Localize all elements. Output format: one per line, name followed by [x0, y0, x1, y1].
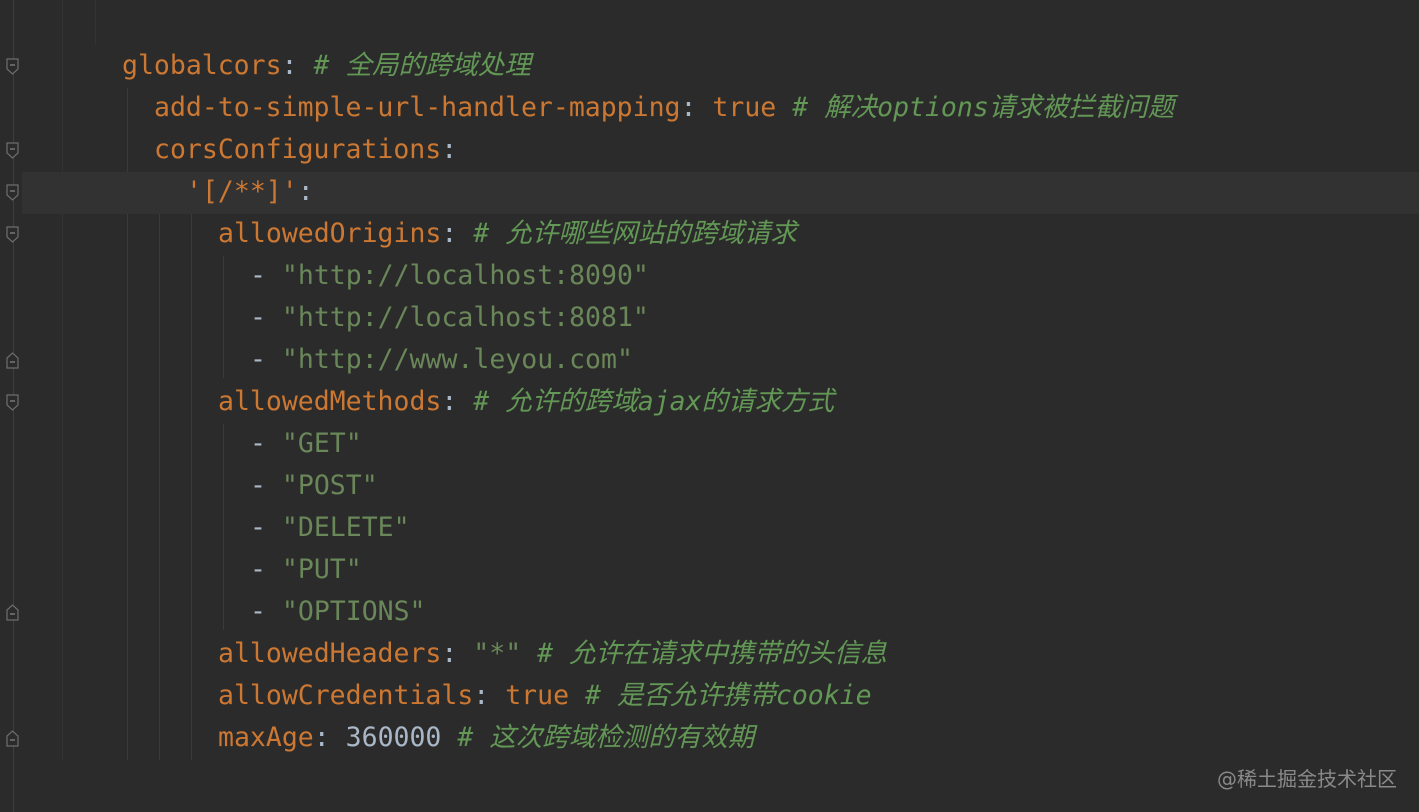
list-dash: - — [250, 302, 282, 333]
fold-start-icon[interactable] — [6, 142, 19, 159]
code-line[interactable]: allowedHeaders: "*" # 允许在请求中携带的头信息 — [218, 633, 887, 675]
code-line[interactable]: - "PUT" — [250, 549, 362, 591]
code-editor[interactable]: globalcors: # 全局的跨域处理 add-to-simple-url-h… — [0, 0, 1419, 812]
code-line[interactable]: - "http://www.leyou.com" — [250, 339, 633, 381]
yaml-string: "http://www.leyou.com" — [281, 344, 633, 375]
code-line[interactable]: - "GET" — [250, 423, 362, 465]
yaml-string: "POST" — [281, 470, 378, 501]
code-line[interactable]: maxAge: 360000 # 这次跨域检测的有效期 — [218, 717, 754, 759]
yaml-key: allowedMethods — [218, 386, 442, 417]
code-line[interactable]: - "http://localhost:8090" — [250, 255, 649, 297]
fold-start-icon[interactable] — [6, 226, 19, 243]
yaml-colon: : — [313, 722, 330, 753]
yaml-key: add-to-simple-url-handler-mapping — [154, 92, 681, 123]
yaml-string: "DELETE" — [281, 512, 410, 543]
yaml-string: "*" — [457, 638, 522, 669]
yaml-value: true — [489, 680, 570, 711]
yaml-comment: # 解决options请求被拦截问题 — [776, 92, 1175, 123]
list-dash: - — [250, 554, 282, 585]
yaml-colon: : — [441, 218, 458, 249]
yaml-comment: # 允许哪些网站的跨域请求 — [457, 218, 797, 249]
yaml-key: allowedHeaders — [218, 638, 442, 669]
list-dash: - — [250, 344, 282, 375]
yaml-colon: : — [680, 92, 697, 123]
list-dash: - — [250, 428, 282, 459]
yaml-string: "GET" — [281, 428, 362, 459]
yaml-colon: : — [441, 386, 458, 417]
code-line[interactable]: - "http://localhost:8081" — [250, 297, 649, 339]
fold-end-icon[interactable] — [6, 730, 19, 747]
yaml-key: '[/**]' — [186, 176, 298, 207]
code-line[interactable]: allowedMethods: # 允许的跨域ajax的请求方式 — [218, 381, 834, 423]
watermark: @稀土掘金技术社区 — [1217, 767, 1397, 791]
list-dash: - — [250, 512, 282, 543]
yaml-string: "http://localhost:8081" — [281, 302, 649, 333]
list-dash: - — [250, 470, 282, 501]
yaml-string: "OPTIONS" — [281, 596, 426, 627]
yaml-comment: # 全局的跨域处理 — [297, 50, 531, 81]
code-line[interactable]: globalcors: # 全局的跨域处理 — [122, 45, 531, 87]
list-dash: - — [250, 260, 282, 291]
yaml-key: allowedOrigins — [218, 218, 442, 249]
yaml-value: true — [696, 92, 777, 123]
yaml-comment: # 是否允许携带cookie — [569, 680, 872, 711]
code-line[interactable]: corsConfigurations: — [154, 129, 457, 171]
yaml-number: 360000 — [329, 722, 442, 753]
yaml-colon: : — [473, 680, 490, 711]
yaml-key: maxAge — [218, 722, 314, 753]
yaml-colon: : — [297, 176, 314, 207]
indent-guide — [191, 214, 192, 760]
code-line[interactable]: allowCredentials: true # 是否允许携带cookie — [218, 675, 872, 717]
code-line[interactable]: - "POST" — [250, 465, 378, 507]
list-dash: - — [250, 596, 282, 627]
indent-guide — [223, 256, 224, 378]
yaml-key: globalcors — [122, 50, 282, 81]
indent-guide — [159, 172, 160, 760]
code-line[interactable]: add-to-simple-url-handler-mapping: true … — [154, 87, 1174, 129]
code-line[interactable]: allowedOrigins: # 允许哪些网站的跨域请求 — [218, 213, 797, 255]
yaml-key: corsConfigurations — [154, 134, 442, 165]
indent-guide — [95, 0, 96, 45]
indent-guide — [223, 424, 224, 630]
fold-start-icon[interactable] — [6, 58, 19, 75]
yaml-comment: # 允许的跨域ajax的请求方式 — [457, 386, 835, 417]
code-line[interactable]: '[/**]': — [186, 171, 314, 213]
yaml-colon: : — [441, 638, 458, 669]
yaml-string: "PUT" — [281, 554, 362, 585]
fold-start-icon[interactable] — [6, 184, 19, 201]
yaml-string: "http://localhost:8090" — [281, 260, 649, 291]
yaml-comment: # 允许在请求中携带的头信息 — [521, 638, 888, 669]
code-line[interactable]: - "DELETE" — [250, 507, 410, 549]
editor-gutter — [0, 0, 30, 812]
yaml-key: allowCredentials — [218, 680, 474, 711]
fold-end-icon[interactable] — [6, 352, 19, 369]
fold-end-icon[interactable] — [6, 604, 19, 621]
indent-guide — [62, 0, 63, 760]
yaml-colon: : — [441, 134, 458, 165]
yaml-colon: : — [281, 50, 298, 81]
code-line[interactable]: - "OPTIONS" — [250, 591, 426, 633]
fold-start-icon[interactable] — [6, 394, 19, 411]
yaml-comment: # 这次跨域检测的有效期 — [441, 722, 755, 753]
